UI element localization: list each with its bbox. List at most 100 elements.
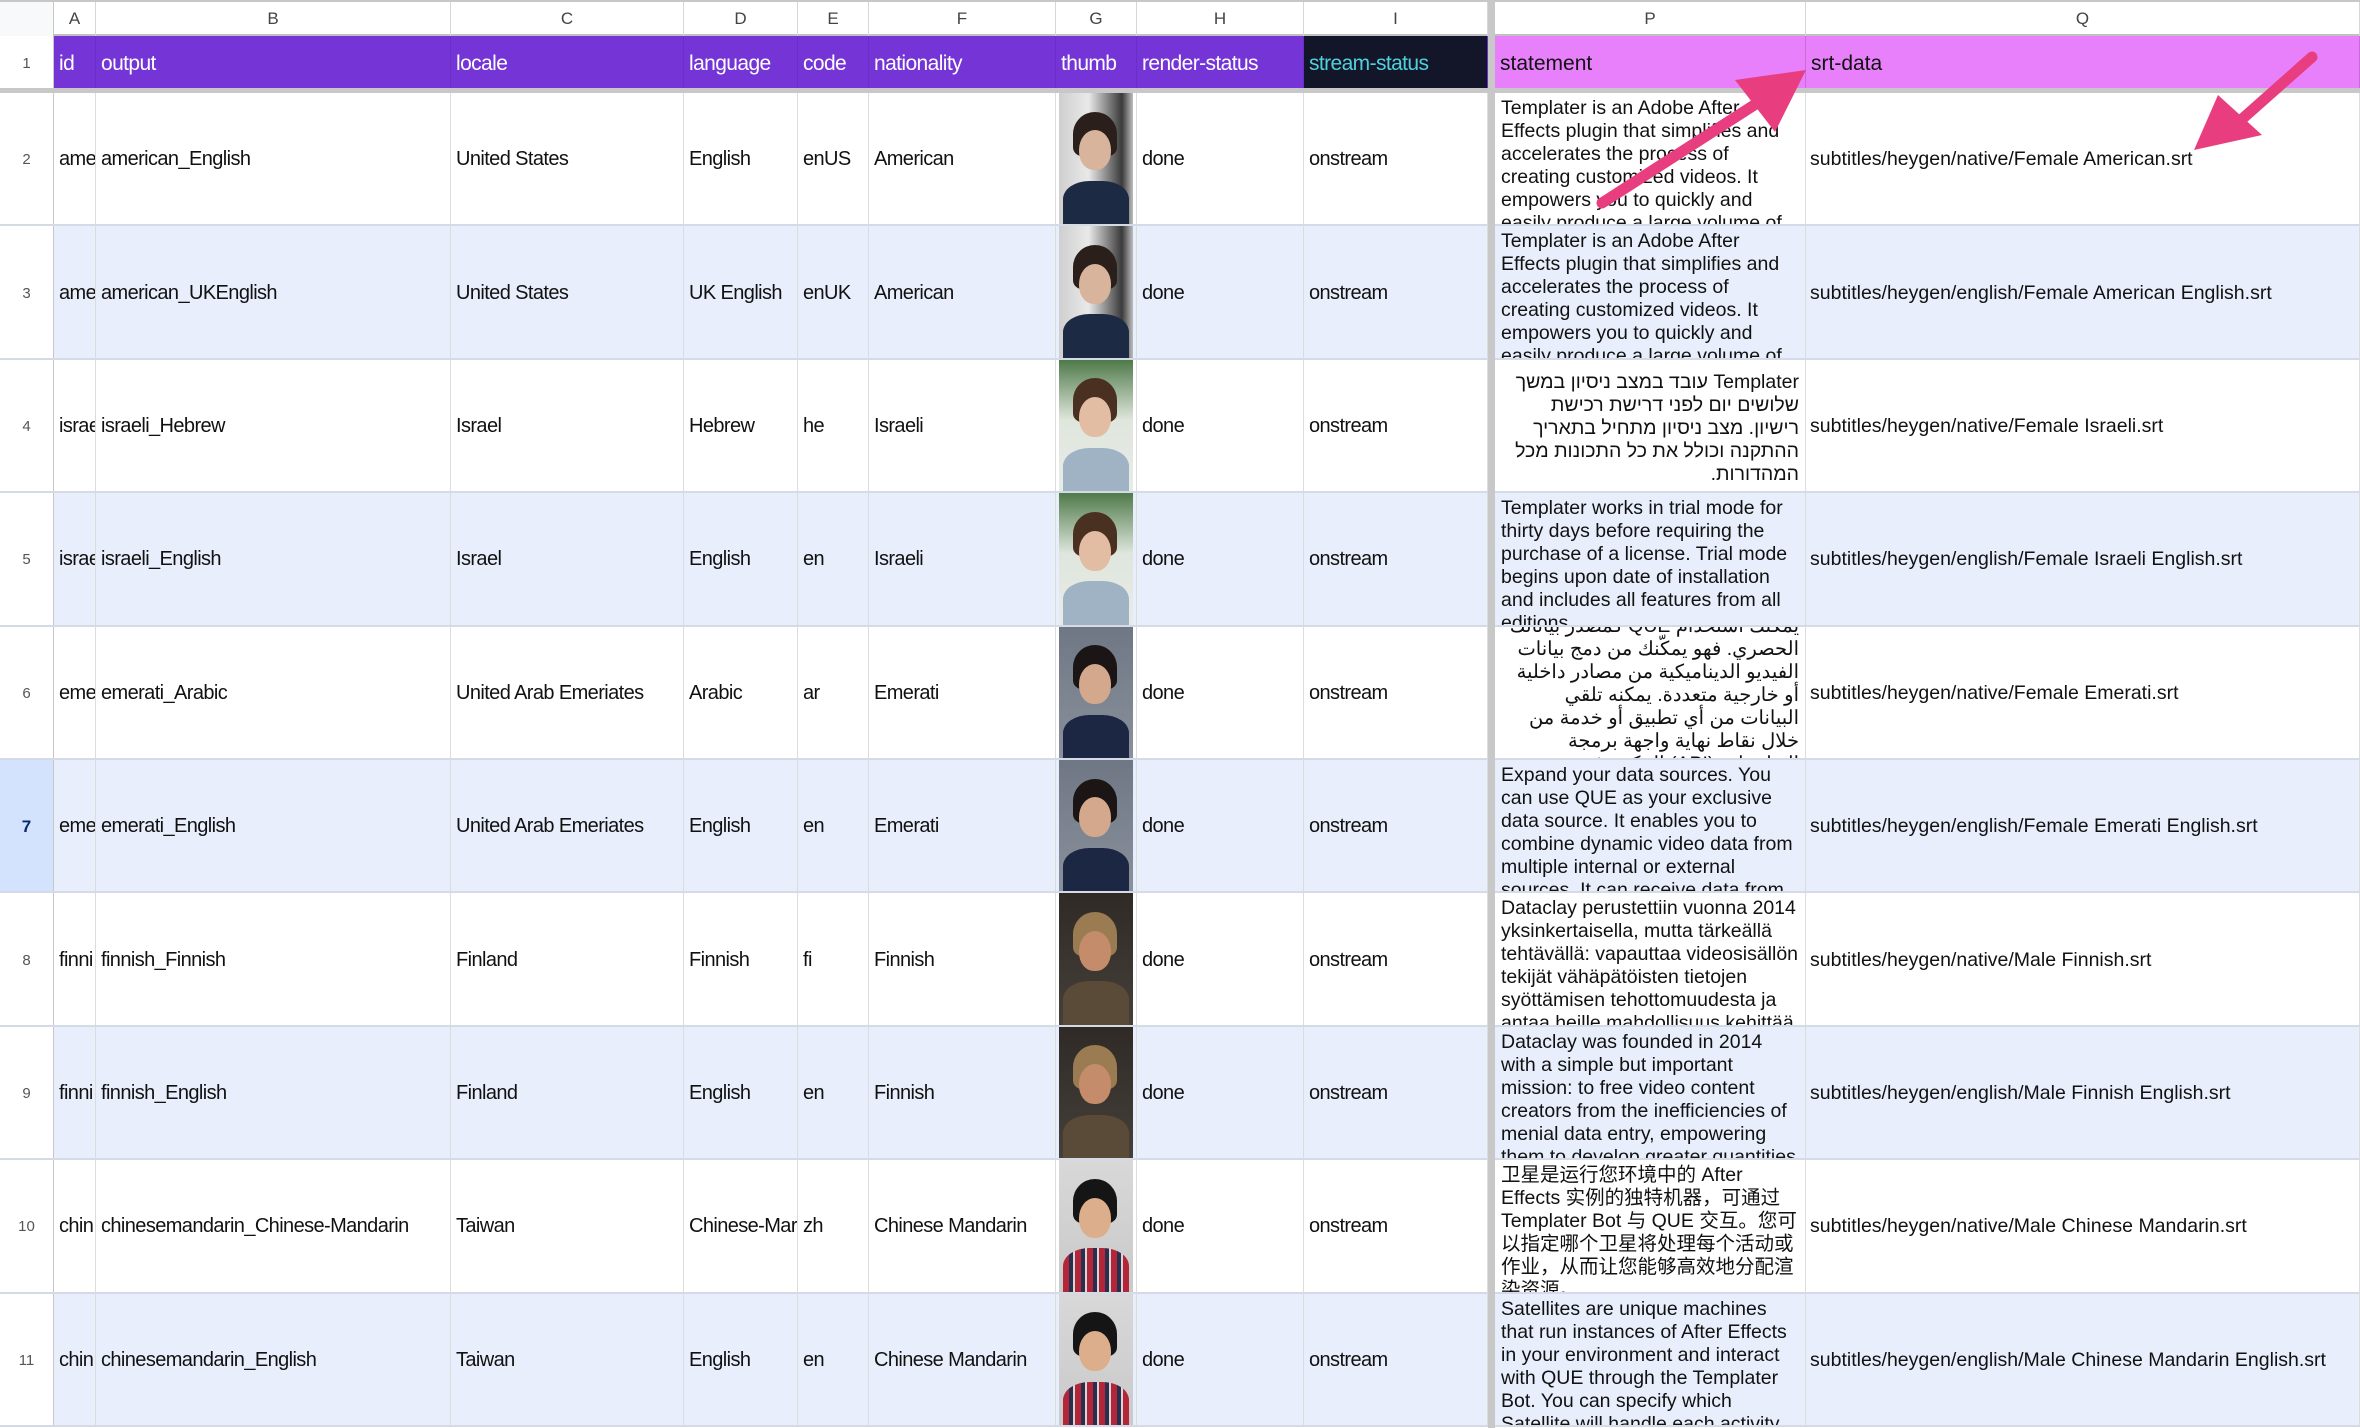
row-header[interactable]: 5: [0, 493, 54, 627]
cell-stream-status[interactable]: onstream: [1304, 493, 1488, 627]
cell-output[interactable]: emerati_English: [96, 760, 451, 894]
cell-nationality[interactable]: Finnish: [869, 893, 1056, 1027]
cell-nationality[interactable]: Israeli: [869, 493, 1056, 627]
cell-locale[interactable]: United States: [451, 226, 684, 360]
cell-thumb[interactable]: [1056, 1160, 1137, 1294]
column-header-e[interactable]: E: [798, 2, 869, 36]
row-header[interactable]: 2: [0, 93, 54, 227]
cell-statement[interactable]: Dataclay perustettiin vuonna 2014 yksink…: [1495, 893, 1806, 1027]
cell-nationality[interactable]: Chinese Mandarin: [869, 1293, 1056, 1427]
column-header-c[interactable]: C: [451, 2, 684, 36]
cell-render-status[interactable]: done: [1137, 1293, 1304, 1427]
cell-statement[interactable]: Dataclay was founded in 2014 with a simp…: [1495, 1026, 1806, 1161]
cell-statement[interactable]: Templater is an Adobe After Effects plug…: [1495, 93, 1806, 227]
cell-render-status[interactable]: done: [1137, 493, 1304, 627]
cell-id[interactable]: israe: [54, 493, 96, 627]
cell-stream-status[interactable]: onstream: [1304, 359, 1488, 494]
header-cell-render-status[interactable]: render-status: [1137, 36, 1304, 91]
column-header-f[interactable]: F: [869, 2, 1056, 36]
cell-render-status[interactable]: done: [1137, 226, 1304, 360]
cell-stream-status[interactable]: onstream: [1304, 1160, 1488, 1294]
cell-stream-status[interactable]: onstream: [1304, 893, 1488, 1027]
cell-stream-status[interactable]: onstream: [1304, 1026, 1488, 1161]
cell-code[interactable]: en: [798, 1293, 869, 1427]
cell-thumb[interactable]: [1056, 359, 1137, 494]
cell-id[interactable]: ame: [54, 93, 96, 227]
cell-id[interactable]: chin: [54, 1160, 96, 1294]
row-header[interactable]: 7: [0, 760, 54, 894]
column-header-d[interactable]: D: [684, 2, 798, 36]
cell-locale[interactable]: Israel: [451, 493, 684, 627]
cell-statement[interactable]: Templater works in trial mode for thirty…: [1495, 493, 1806, 627]
cell-render-status[interactable]: done: [1137, 893, 1304, 1027]
cell-locale[interactable]: United Arab Emeriates: [451, 626, 684, 760]
cell-id[interactable]: ame: [54, 226, 96, 360]
cell-language[interactable]: Chinese-Mar: [684, 1160, 798, 1294]
header-cell-language[interactable]: language: [684, 36, 798, 91]
cell-srt-data[interactable]: subtitles/heygen/english/Female American…: [1806, 226, 2360, 360]
column-header-g[interactable]: G: [1056, 2, 1137, 36]
cell-statement[interactable]: Templater is an Adobe After Effects plug…: [1495, 226, 1806, 360]
cell-output[interactable]: finnish_Finnish: [96, 893, 451, 1027]
cell-srt-data[interactable]: subtitles/heygen/english/Male Chinese Ma…: [1806, 1293, 2360, 1427]
frozen-column-divider[interactable]: [1488, 0, 1495, 1428]
row-header[interactable]: 8: [0, 893, 54, 1027]
cell-language[interactable]: English: [684, 493, 798, 627]
header-cell-id[interactable]: id: [54, 36, 96, 91]
cell-language[interactable]: Hebrew: [684, 359, 798, 494]
cell-thumb[interactable]: [1056, 93, 1137, 227]
header-cell-code[interactable]: code: [798, 36, 869, 91]
cell-language[interactable]: English: [684, 1293, 798, 1427]
cell-locale[interactable]: United States: [451, 93, 684, 227]
row-header[interactable]: 11: [0, 1293, 54, 1427]
cell-nationality[interactable]: Emerati: [869, 760, 1056, 894]
cell-code[interactable]: en: [798, 1026, 869, 1161]
cell-nationality[interactable]: American: [869, 93, 1056, 227]
header-cell-locale[interactable]: locale: [451, 36, 684, 91]
header-cell-output[interactable]: output: [96, 36, 451, 91]
cell-srt-data[interactable]: subtitles/heygen/native/Male Chinese Man…: [1806, 1160, 2360, 1294]
cell-statement[interactable]: 卫星是运行您环境中的 After Effects 实例的独特机器，可通过 Tem…: [1495, 1160, 1806, 1294]
row-header[interactable]: 4: [0, 359, 54, 494]
cell-render-status[interactable]: done: [1137, 93, 1304, 227]
cell-nationality[interactable]: American: [869, 226, 1056, 360]
cell-stream-status[interactable]: onstream: [1304, 1293, 1488, 1427]
cell-statement[interactable]: Expand your data sources. You can use QU…: [1495, 760, 1806, 894]
cell-nationality[interactable]: Finnish: [869, 1026, 1056, 1161]
cell-locale[interactable]: Finland: [451, 1026, 684, 1161]
cell-language[interactable]: English: [684, 760, 798, 894]
cell-stream-status[interactable]: onstream: [1304, 626, 1488, 760]
cell-code[interactable]: fi: [798, 893, 869, 1027]
cell-locale[interactable]: Israel: [451, 359, 684, 494]
header-cell-stream-status[interactable]: stream-status: [1304, 36, 1488, 91]
cell-thumb[interactable]: [1056, 226, 1137, 360]
row-header-1[interactable]: 1: [0, 36, 54, 91]
cell-code[interactable]: he: [798, 359, 869, 494]
cell-output[interactable]: finnish_English: [96, 1026, 451, 1161]
cell-code[interactable]: en: [798, 493, 869, 627]
cell-render-status[interactable]: done: [1137, 359, 1304, 494]
cell-thumb[interactable]: [1056, 1293, 1137, 1427]
cell-id[interactable]: finni: [54, 1026, 96, 1161]
cell-output[interactable]: chinesemandarin_English: [96, 1293, 451, 1427]
select-all-corner[interactable]: [0, 2, 54, 36]
column-header-q[interactable]: Q: [1806, 2, 2360, 36]
cell-nationality[interactable]: Israeli: [869, 359, 1056, 494]
cell-language[interactable]: English: [684, 93, 798, 227]
cell-thumb[interactable]: [1056, 493, 1137, 627]
row-header[interactable]: 9: [0, 1026, 54, 1161]
cell-srt-data[interactable]: subtitles/heygen/native/Female Israeli.s…: [1806, 359, 2360, 494]
cell-statement[interactable]: قم بتوسيع نطاق مصادر بياناتك. يمكنك استخ…: [1495, 626, 1806, 760]
cell-thumb[interactable]: [1056, 760, 1137, 894]
cell-output[interactable]: american_English: [96, 93, 451, 227]
header-cell-thumb[interactable]: thumb: [1056, 36, 1137, 91]
cell-nationality[interactable]: Emerati: [869, 626, 1056, 760]
cell-language[interactable]: Finnish: [684, 893, 798, 1027]
cell-srt-data[interactable]: subtitles/heygen/native/Male Finnish.srt: [1806, 893, 2360, 1027]
column-header-h[interactable]: H: [1137, 2, 1304, 36]
cell-srt-data[interactable]: subtitles/heygen/english/Male Finnish En…: [1806, 1026, 2360, 1161]
cell-thumb[interactable]: [1056, 626, 1137, 760]
cell-locale[interactable]: Taiwan: [451, 1160, 684, 1294]
cell-stream-status[interactable]: onstream: [1304, 226, 1488, 360]
cell-srt-data[interactable]: subtitles/heygen/native/Female Emerati.s…: [1806, 626, 2360, 760]
